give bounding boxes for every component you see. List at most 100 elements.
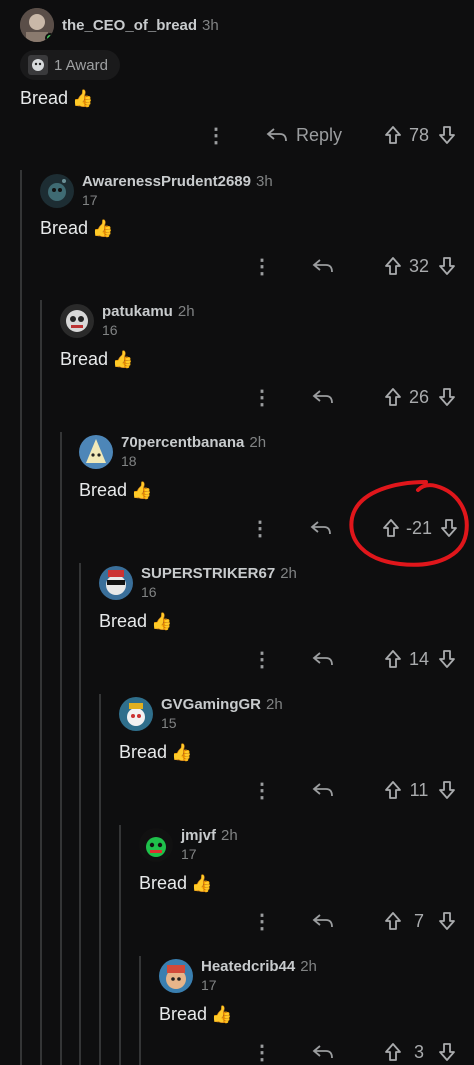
vote-widget: 78 [384,125,456,146]
comment-age: 2h [300,958,317,975]
downvote-icon[interactable] [438,125,456,145]
avatar[interactable] [119,697,153,731]
avatar[interactable] [79,435,113,469]
comment-body: Bread 👍 [20,88,93,109]
thread-line-1[interactable] [20,170,22,1065]
downvote-icon[interactable] [438,387,456,407]
comment-header: AwarenessPrudent2689 3h 17 [40,172,273,210]
comment-actions: ⋮ 14 [252,645,456,673]
avatar[interactable] [40,174,74,208]
vote-count: 7 [413,910,424,931]
comment-author[interactable]: SUPERSTRIKER67 [141,565,275,582]
comment-author[interactable]: jmjvf [181,827,216,844]
avatar[interactable] [99,566,133,600]
avatar[interactable] [139,828,173,862]
upvote-icon[interactable] [382,518,400,538]
thread-line-4[interactable] [79,563,81,1065]
comment-score: 17 [82,192,98,208]
upvote-icon[interactable] [384,387,402,407]
comment-author[interactable]: the_CEO_of_bread [62,17,197,34]
comment-author[interactable]: 70percentbanana [121,434,244,451]
award-label: 1 Award [54,56,108,74]
reply-button[interactable] [312,1043,342,1061]
upvote-icon[interactable] [384,1042,402,1062]
comment-text: Bread [159,1004,208,1024]
award-icon [28,55,48,75]
upvote-icon[interactable] [384,256,402,276]
comment-age: 2h [266,696,283,713]
comment-actions: ⋮ 26 [252,383,456,411]
thread-line-2[interactable] [40,300,42,1065]
avatar[interactable] [20,8,54,42]
upvote-icon[interactable] [384,125,402,145]
reply-button[interactable] [312,388,342,406]
downvote-icon[interactable] [438,649,456,669]
comment-body: Bread 👍 [159,1004,232,1025]
reply-icon [266,128,287,142]
reply-button[interactable] [312,781,342,799]
thumbs-up-emoji: 👍 [211,1005,233,1024]
thumbs-up-emoji: 👍 [191,874,213,893]
more-options-icon[interactable]: ⋮ [252,647,272,672]
upvote-icon[interactable] [384,911,402,931]
comment-score: 16 [102,322,118,338]
more-options-icon[interactable]: ⋮ [250,516,270,541]
upvote-icon[interactable] [384,780,402,800]
vote-widget: -21 [382,518,458,539]
comment-text: Bread [79,480,128,500]
reply-label: Reply [295,124,342,145]
comment-author[interactable]: AwarenessPrudent2689 [82,173,251,190]
vote-count: 11 [409,779,429,800]
more-options-icon[interactable]: ⋮ [206,123,226,148]
comment-actions: ⋮ 7 [252,907,456,935]
upvote-icon[interactable] [384,649,402,669]
comment-actions: ⋮ -21 [250,514,458,542]
vote-count: 32 [408,255,430,276]
vote-count: 14 [408,648,430,669]
comment-author[interactable]: GVGamingGR [161,696,261,713]
comment-actions: ⋮ 32 [252,252,456,280]
reply-icon [312,914,333,928]
downvote-icon[interactable] [438,780,456,800]
vote-widget: 14 [384,649,456,670]
thread-line-5[interactable] [99,694,101,1065]
comment-header: the_CEO_of_bread 3h [20,8,219,42]
more-options-icon[interactable]: ⋮ [252,778,272,803]
comment-age: 2h [177,303,195,320]
thumbs-up-emoji: 👍 [72,89,94,108]
vote-count: 26 [408,386,430,407]
comment-score: 16 [141,584,157,600]
more-options-icon[interactable]: ⋮ [252,909,272,934]
reply-button[interactable]: Reply [266,125,342,146]
more-options-icon[interactable]: ⋮ [252,1040,272,1065]
comment-header: SUPERSTRIKER67 2h 16 [99,564,297,602]
vote-count: 3 [413,1041,424,1062]
avatar[interactable] [60,304,94,338]
downvote-icon[interactable] [438,256,456,276]
vote-widget: 11 [384,780,456,801]
thread-line-3[interactable] [60,432,62,1065]
award-badge[interactable]: 1 Award [20,50,120,80]
thread-line-6[interactable] [119,825,121,1065]
comment-author[interactable]: Heatedcrib44 [201,958,295,975]
reply-button[interactable] [310,519,340,537]
downvote-icon[interactable] [440,518,458,538]
vote-widget: 32 [384,256,456,277]
comment-text: Bread [60,349,109,369]
comment-header: 70percentbanana 2h 18 [79,433,266,471]
comment-text: Bread [40,218,89,238]
comment-score: 17 [181,846,197,862]
thread-line-7[interactable] [139,956,141,1065]
comment-body: Bread 👍 [79,480,152,501]
comment-author[interactable]: patukamu [102,303,173,320]
more-options-icon[interactable]: ⋮ [252,385,272,410]
reply-button[interactable] [312,912,342,930]
downvote-icon[interactable] [438,1042,456,1062]
more-options-icon[interactable]: ⋮ [252,254,272,279]
comment-body: Bread 👍 [40,218,113,239]
avatar[interactable] [159,959,193,993]
comment-score: 17 [201,977,217,993]
downvote-icon[interactable] [438,911,456,931]
reply-button[interactable] [312,257,342,275]
reply-button[interactable] [312,650,342,668]
